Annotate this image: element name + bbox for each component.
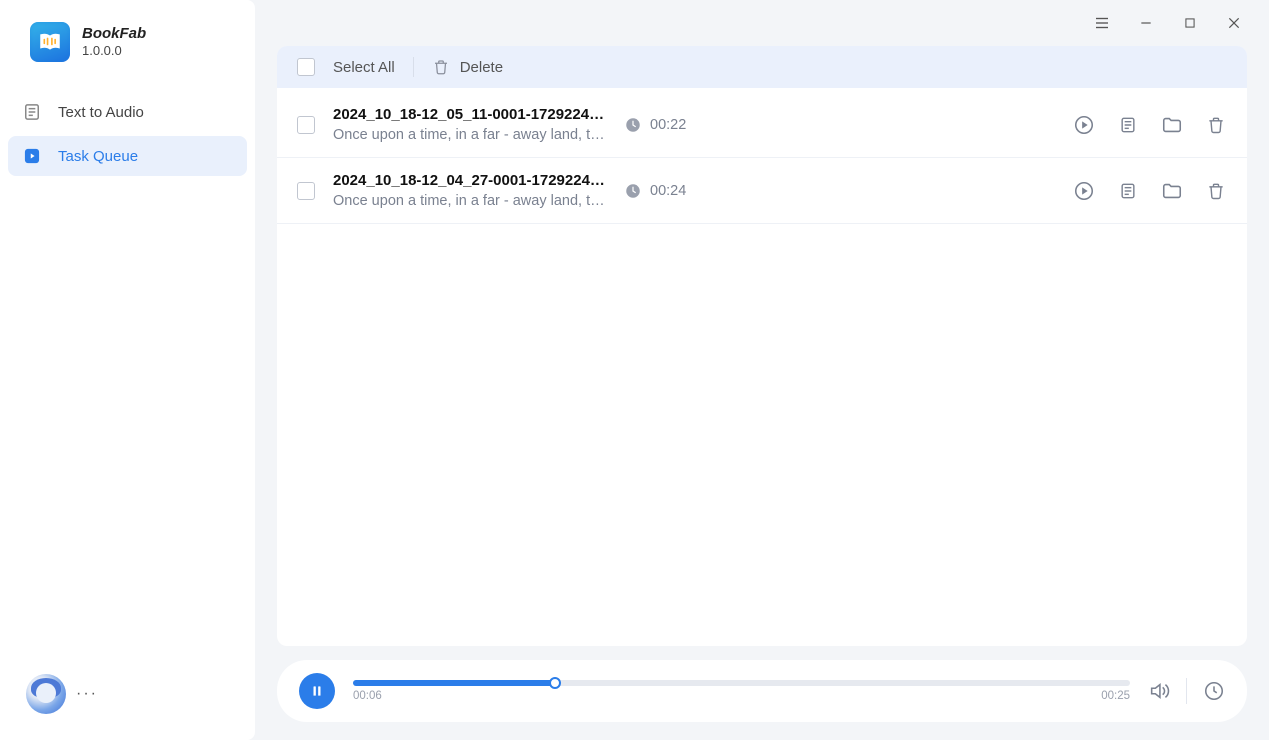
task-list: Select All Delete 2024_10_18-12_05_11-00…	[277, 46, 1247, 646]
app-title: BookFab	[82, 25, 146, 43]
trash-icon	[432, 58, 450, 76]
duration-text: 00:24	[650, 183, 686, 199]
folder-icon[interactable]	[1161, 180, 1183, 202]
row-checkbox[interactable]	[297, 116, 315, 134]
sidebar-bottom: ···	[0, 656, 255, 740]
main-area: Select All Delete 2024_10_18-12_05_11-00…	[255, 0, 1269, 740]
duration-text: 00:22	[650, 117, 686, 133]
row-duration: 00:22	[624, 116, 764, 134]
time-current: 00:06	[353, 690, 382, 702]
play-icon[interactable]	[1073, 114, 1095, 136]
list-header: Select All Delete	[277, 46, 1247, 88]
sidebar-item-label: Text to Audio	[58, 104, 144, 121]
clock-icon	[624, 116, 642, 134]
brand: BookFab 1.0.0.0	[0, 0, 255, 80]
row-subtitle: Once upon a time, in a far - away land, …	[333, 193, 606, 209]
sidebar-item-task-queue[interactable]: Task Queue	[8, 136, 247, 176]
time-total: 00:25	[1101, 690, 1130, 702]
history-icon[interactable]	[1203, 680, 1225, 702]
folder-icon[interactable]	[1161, 114, 1183, 136]
doc-icon	[22, 102, 42, 122]
volume-icon[interactable]	[1148, 680, 1170, 702]
play-icon[interactable]	[1073, 180, 1095, 202]
delete-label: Delete	[460, 59, 503, 76]
clock-icon	[624, 182, 642, 200]
row-title: 2024_10_18-12_04_27-0001-1729224267-4687…	[333, 172, 606, 189]
row-subtitle: Once upon a time, in a far - away land, …	[333, 127, 606, 143]
sidebar-item-text-to-audio[interactable]: Text to Audio	[8, 92, 247, 132]
row-checkbox[interactable]	[297, 182, 315, 200]
close-button[interactable]	[1217, 6, 1251, 40]
row-title: 2024_10_18-12_05_11-0001-1729224311-2121…	[333, 106, 606, 123]
trash-icon[interactable]	[1205, 114, 1227, 136]
task-row: 2024_10_18-12_04_27-0001-1729224267-4687…	[277, 158, 1247, 224]
audio-player: 00:06 00:25	[277, 660, 1247, 722]
sidebar-nav: Text to Audio Task Queue	[0, 80, 255, 188]
avatar[interactable]	[26, 674, 66, 714]
delete-button[interactable]: Delete	[432, 58, 503, 76]
progress-fill	[353, 680, 555, 686]
minimize-button[interactable]	[1129, 6, 1163, 40]
divider	[1186, 678, 1187, 704]
maximize-button[interactable]	[1173, 6, 1207, 40]
task-row: 2024_10_18-12_05_11-0001-1729224311-2121…	[277, 92, 1247, 158]
divider	[413, 57, 414, 77]
row-duration: 00:24	[624, 182, 764, 200]
titlebar	[255, 0, 1269, 46]
progress-bar[interactable]	[353, 680, 1130, 686]
select-all-checkbox[interactable]	[297, 58, 315, 76]
hamburger-icon[interactable]	[1085, 6, 1119, 40]
app-version: 1.0.0.0	[82, 43, 146, 59]
queue-icon	[22, 146, 42, 166]
sidebar: BookFab 1.0.0.0 Text to Audio Task Queue…	[0, 0, 255, 740]
text-icon[interactable]	[1117, 180, 1139, 202]
trash-icon[interactable]	[1205, 180, 1227, 202]
select-all-label[interactable]: Select All	[333, 59, 395, 76]
sidebar-item-label: Task Queue	[58, 148, 138, 165]
progress-thumb[interactable]	[549, 677, 561, 689]
app-logo	[30, 22, 70, 62]
pause-button[interactable]	[299, 673, 335, 709]
text-icon[interactable]	[1117, 114, 1139, 136]
more-icon[interactable]: ···	[76, 685, 98, 703]
